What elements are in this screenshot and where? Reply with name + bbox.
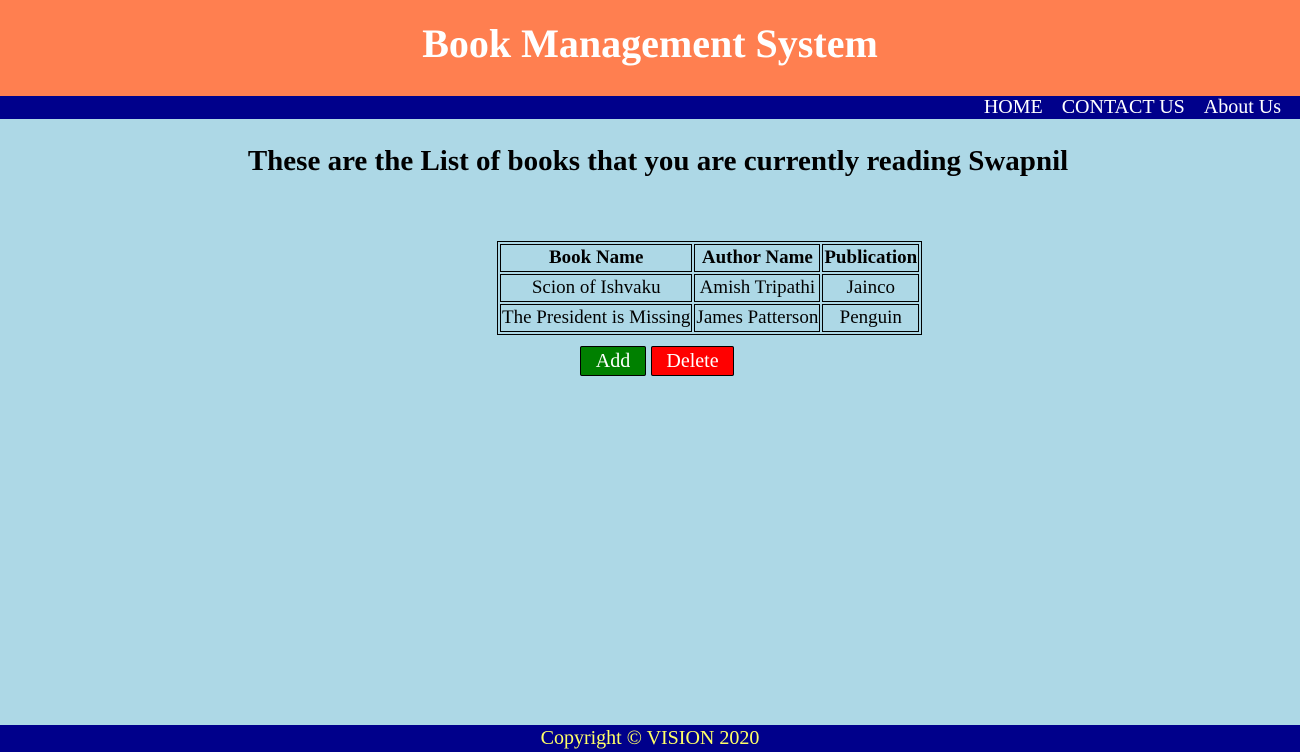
site-footer: Copyright © VISION 2020 — [0, 725, 1300, 752]
column-header-publication: Publication — [822, 244, 920, 272]
site-header: Book Management System — [0, 0, 1300, 96]
cell-book-name: Scion of Ishvaku — [500, 274, 693, 302]
site-title: Book Management System — [422, 21, 878, 66]
cell-publication: Jainco — [822, 274, 920, 302]
table-row: The President is Missing James Patterson… — [500, 304, 920, 332]
column-header-book-name: Book Name — [500, 244, 693, 272]
nav-links: HOME CONTACT US About Us — [984, 96, 1281, 119]
delete-button[interactable]: Delete — [651, 346, 734, 376]
page-heading: These are the List of books that you are… — [247, 145, 1069, 177]
cell-author-name: James Patterson — [694, 304, 821, 332]
table-header-row: Book Name Author Name Publication — [500, 244, 920, 272]
cell-book-name: The President is Missing — [500, 304, 693, 332]
column-header-author-name: Author Name — [694, 244, 821, 272]
nav-link-contact-us[interactable]: CONTACT US — [1062, 96, 1185, 119]
books-table: Book Name Author Name Publication Scion … — [497, 241, 923, 335]
cell-publication: Penguin — [822, 304, 920, 332]
nav-link-home[interactable]: HOME — [984, 96, 1043, 119]
nav-link-about-us[interactable]: About Us — [1204, 96, 1281, 119]
cell-author-name: Amish Tripathi — [694, 274, 821, 302]
page: Book Management System HOME CONTACT US A… — [0, 0, 1300, 752]
table-row: Scion of Ishvaku Amish Tripathi Jainco — [500, 274, 920, 302]
nav-bar: HOME CONTACT US About Us — [0, 96, 1300, 119]
add-button[interactable]: Add — [580, 346, 646, 376]
